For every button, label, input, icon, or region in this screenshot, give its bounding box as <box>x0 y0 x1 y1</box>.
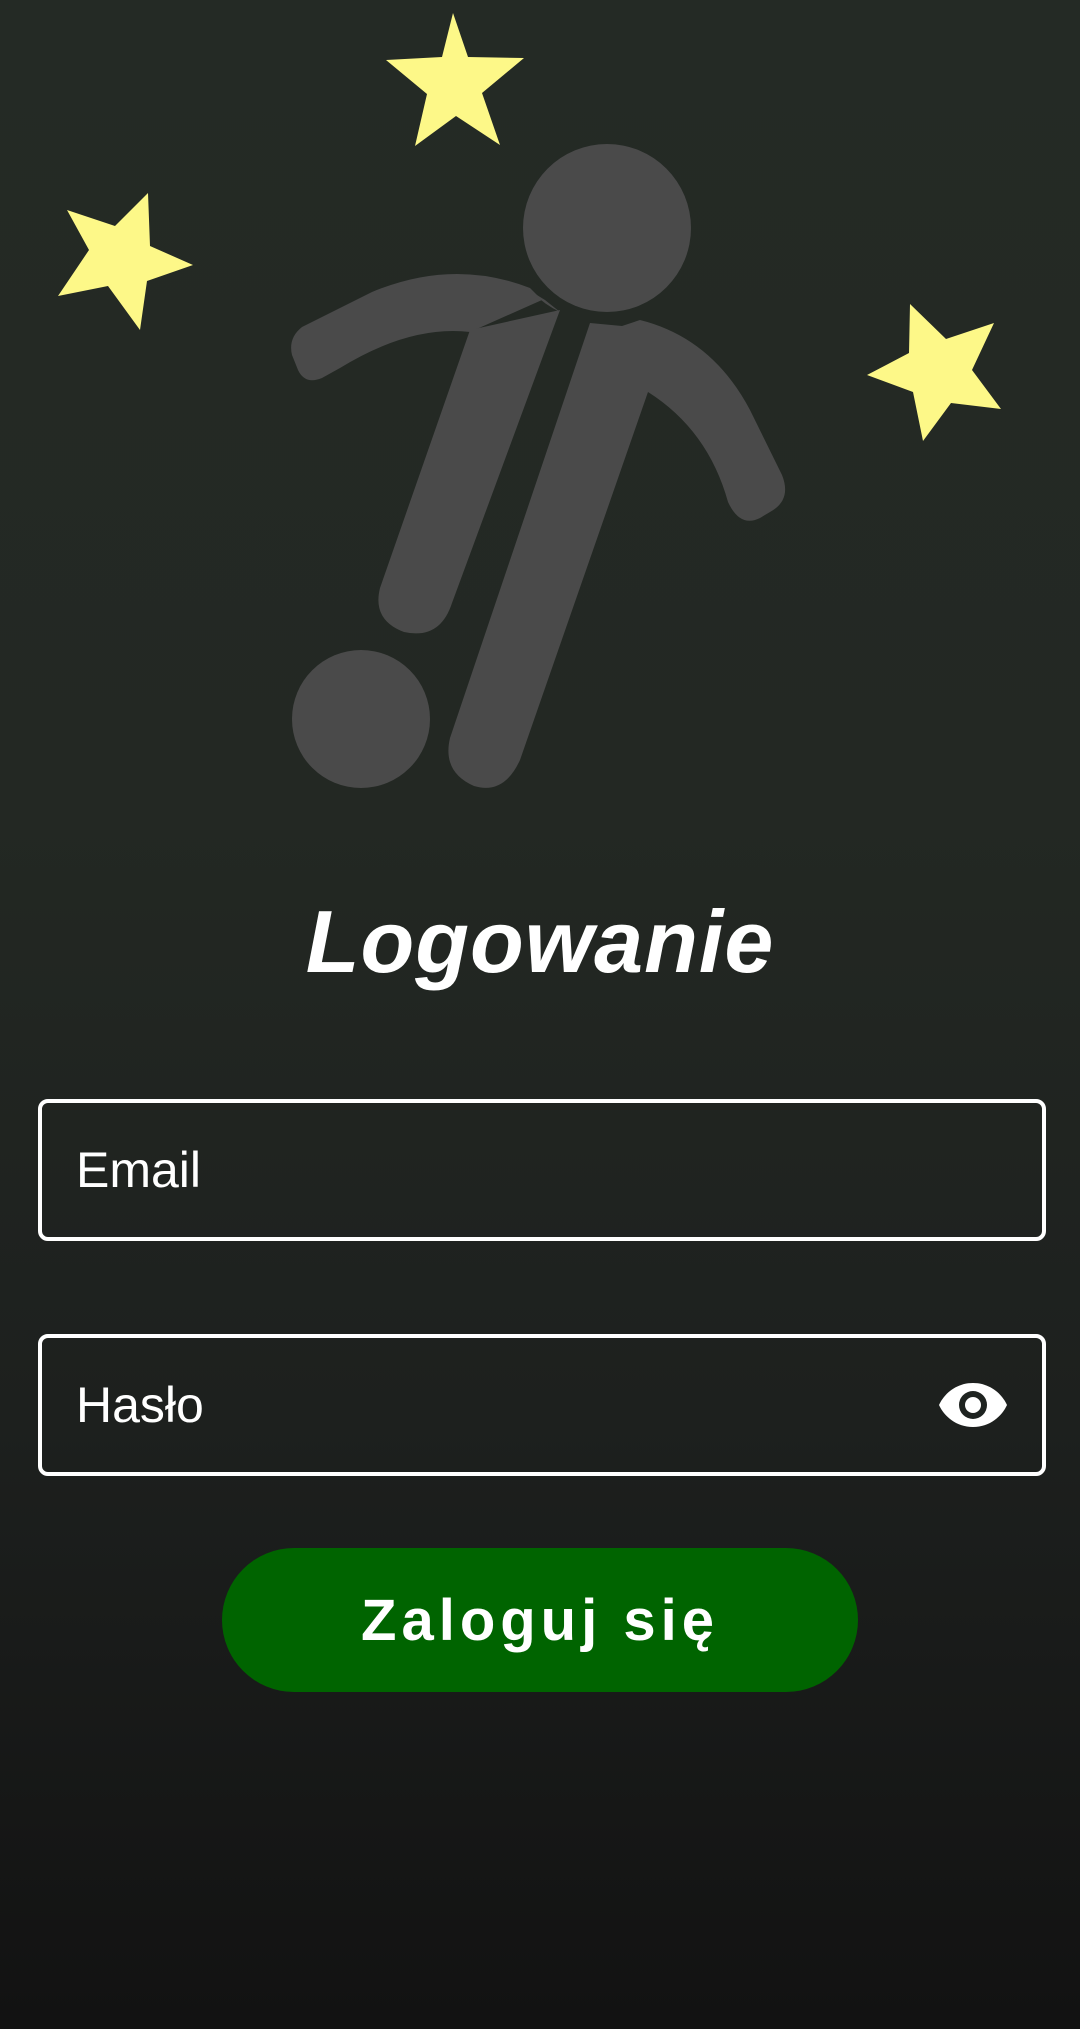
star-icon <box>58 193 193 330</box>
email-field[interactable]: Email <box>38 1099 1046 1241</box>
soccer-player-icon <box>291 144 786 788</box>
eye-icon[interactable] <box>938 1381 1008 1429</box>
star-icon <box>867 304 1001 441</box>
login-button[interactable]: Zaloguj się <box>222 1548 858 1692</box>
page-title: Logowanie <box>305 892 775 991</box>
password-field[interactable]: Hasło <box>38 1334 1046 1476</box>
email-placeholder: Email <box>76 1142 202 1198</box>
star-icon <box>386 13 524 146</box>
hero-illustration <box>0 0 1080 840</box>
password-placeholder: Hasło <box>76 1377 204 1433</box>
